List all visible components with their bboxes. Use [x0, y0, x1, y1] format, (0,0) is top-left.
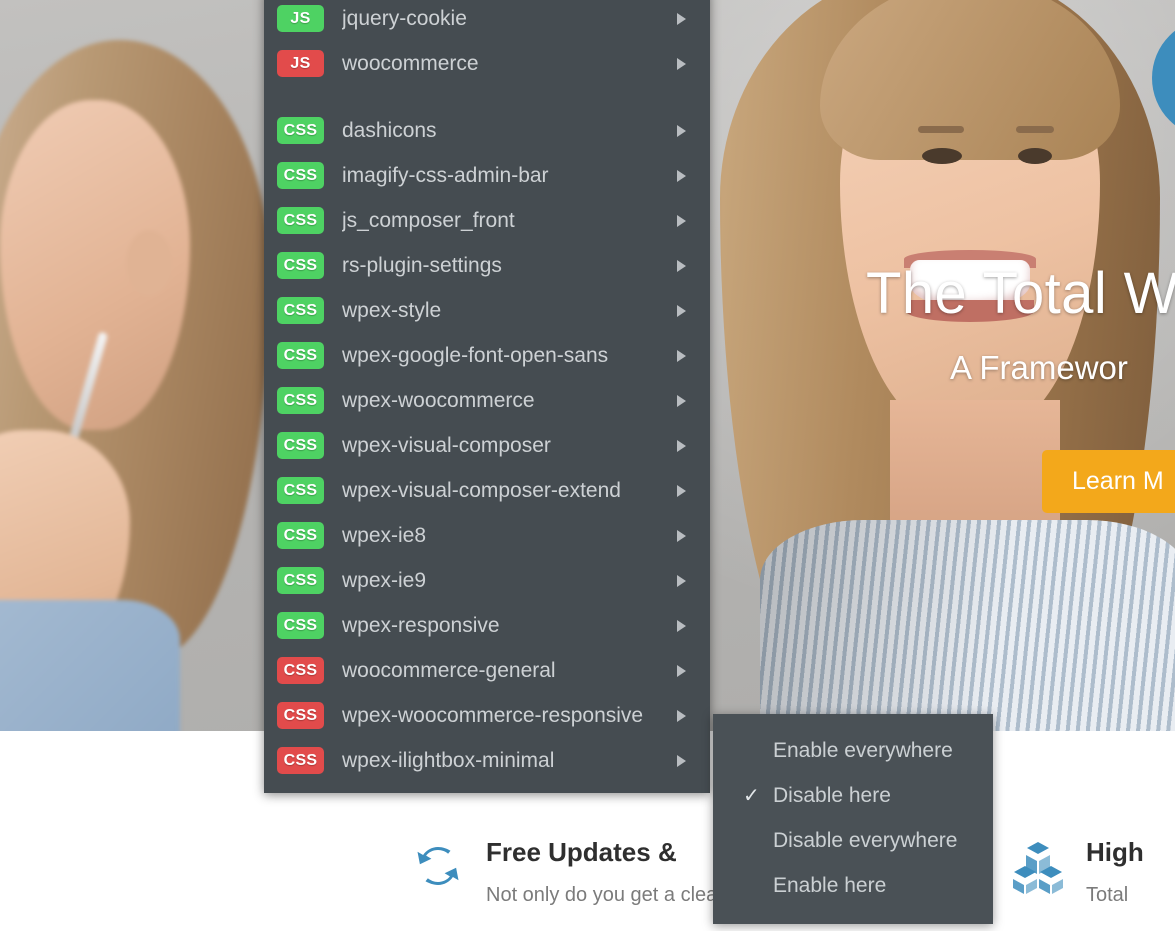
asset-submenu-item[interactable]: Enable here	[713, 863, 993, 908]
asset-menu-item-label: wpex-style	[342, 298, 442, 322]
asset-menu-item[interactable]: CSS dashicons	[264, 108, 710, 153]
asset-submenu-item[interactable]: Enable everywhere	[713, 728, 993, 773]
chevron-right-icon	[677, 124, 686, 137]
asset-menu-item-label: js_composer_front	[342, 208, 515, 232]
css-badge: CSS	[277, 657, 324, 684]
asset-submenu-item-label: Enable everywhere	[773, 738, 953, 762]
asset-menu-item[interactable]: CSS woocommerce-general	[264, 648, 710, 693]
learn-more-button[interactable]: Learn M	[1042, 450, 1175, 513]
asset-menu-item-label: wpex-google-font-open-sans	[342, 343, 609, 367]
asset-menu-item-label: wpex-ilightbox-minimal	[342, 748, 555, 772]
chevron-right-icon	[677, 484, 686, 497]
asset-menu-item[interactable]: CSS wpex-style	[264, 288, 710, 333]
asset-menu-item[interactable]: CSS rs-plugin-settings	[264, 243, 710, 288]
asset-menu-item-label: wpex-woocommerce-responsive	[342, 703, 644, 727]
chevron-right-icon	[677, 709, 686, 722]
feature-description: Total	[1086, 883, 1129, 906]
asset-menu-item-label: wpex-ie9	[342, 568, 427, 592]
chevron-right-icon	[677, 12, 686, 25]
chevron-right-icon	[677, 304, 686, 317]
chevron-right-icon	[677, 214, 686, 227]
css-badge: CSS	[277, 612, 324, 639]
feature-title: High	[1086, 837, 1144, 867]
css-badge: CSS	[277, 297, 324, 324]
asset-menu-item[interactable]: CSS imagify-css-admin-bar	[264, 153, 710, 198]
asset-submenu-item-label: Enable here	[773, 873, 887, 897]
asset-menu-item[interactable]: JS jquery-cookie	[264, 0, 710, 41]
hero-title: The Total W	[866, 261, 1175, 326]
asset-menu-item[interactable]: CSS wpex-visual-composer	[264, 423, 710, 468]
asset-menu-item-label: wpex-visual-composer-extend	[342, 478, 621, 502]
asset-menu-item-label: wpex-woocommerce	[342, 388, 535, 412]
chevron-right-icon	[677, 169, 686, 182]
chevron-right-icon	[677, 57, 686, 70]
css-badge: CSS	[277, 252, 324, 279]
asset-menu-item-label: woocommerce	[342, 51, 479, 75]
asset-menu-item[interactable]: CSS wpex-woocommerce-responsive	[264, 693, 710, 738]
css-badge: CSS	[277, 702, 324, 729]
asset-menu-item-label: rs-plugin-settings	[342, 253, 502, 277]
feature-high-quality: High Total	[1010, 837, 1175, 907]
css-badge: CSS	[277, 117, 324, 144]
asset-menu-item[interactable]: CSS wpex-google-font-open-sans	[264, 333, 710, 378]
chevron-right-icon	[677, 664, 686, 677]
asset-menu-item-label: wpex-responsive	[342, 613, 500, 637]
css-badge: CSS	[277, 747, 324, 774]
css-badge: CSS	[277, 477, 324, 504]
menu-group-separator	[264, 86, 710, 108]
css-badge: CSS	[277, 567, 324, 594]
css-badge: CSS	[277, 162, 324, 189]
css-badge: CSS	[277, 432, 324, 459]
asset-menu-item[interactable]: CSS wpex-responsive	[264, 603, 710, 648]
hero-subtitle: A Framewor	[950, 348, 1128, 386]
css-badge: CSS	[277, 342, 324, 369]
js-badge: JS	[277, 50, 324, 77]
chevron-right-icon	[677, 529, 686, 542]
blocks-cubes-icon	[1010, 838, 1066, 894]
asset-submenu-item[interactable]: ✓ Disable here	[713, 773, 993, 818]
asset-menu-item-label: imagify-css-admin-bar	[342, 163, 549, 187]
chevron-right-icon	[677, 619, 686, 632]
asset-menu-item[interactable]: CSS wpex-woocommerce	[264, 378, 710, 423]
asset-menu-item[interactable]: CSS wpex-visual-composer-extend	[264, 468, 710, 513]
hero-photo-person-left	[0, 40, 290, 731]
check-icon: ✓	[743, 785, 760, 807]
asset-toggle-menu[interactable]: JS jquery-cookie JS woocommerce CSS dashicons…	[264, 0, 710, 793]
hero-copy: The Total W A Framewor	[866, 261, 1175, 387]
css-badge: CSS	[277, 387, 324, 414]
asset-submenu-item-label: Disable everywhere	[773, 828, 958, 852]
asset-toggle-submenu[interactable]: Enable everywhere ✓ Disable here Disable ev…	[713, 714, 993, 924]
asset-menu-item[interactable]: JS woocommerce	[264, 41, 710, 86]
asset-submenu-item[interactable]: Disable everywhere	[713, 818, 993, 863]
asset-menu-item[interactable]: CSS wpex-ilightbox-minimal	[264, 738, 710, 783]
asset-menu-item[interactable]: CSS wpex-ie9	[264, 558, 710, 603]
js-badge: JS	[277, 5, 324, 32]
asset-menu-item-label: jquery-cookie	[342, 6, 467, 30]
chevron-right-icon	[677, 574, 686, 587]
asset-menu-item-label: woocommerce-general	[342, 658, 556, 682]
chevron-right-icon	[677, 259, 686, 272]
chevron-right-icon	[677, 754, 686, 767]
refresh-sync-icon	[410, 838, 466, 894]
asset-menu-item[interactable]: CSS js_composer_front	[264, 198, 710, 243]
css-badge: CSS	[277, 207, 324, 234]
asset-menu-item-label: wpex-ie8	[342, 523, 427, 547]
asset-menu-item-label: dashicons	[342, 118, 437, 142]
chevron-right-icon	[677, 349, 686, 362]
css-badge: CSS	[277, 522, 324, 549]
chevron-right-icon	[677, 394, 686, 407]
asset-submenu-item-label: Disable here	[773, 783, 891, 807]
chevron-right-icon	[677, 439, 686, 452]
asset-menu-item[interactable]: CSS wpex-ie8	[264, 513, 710, 558]
asset-menu-item-label: wpex-visual-composer	[342, 433, 551, 457]
